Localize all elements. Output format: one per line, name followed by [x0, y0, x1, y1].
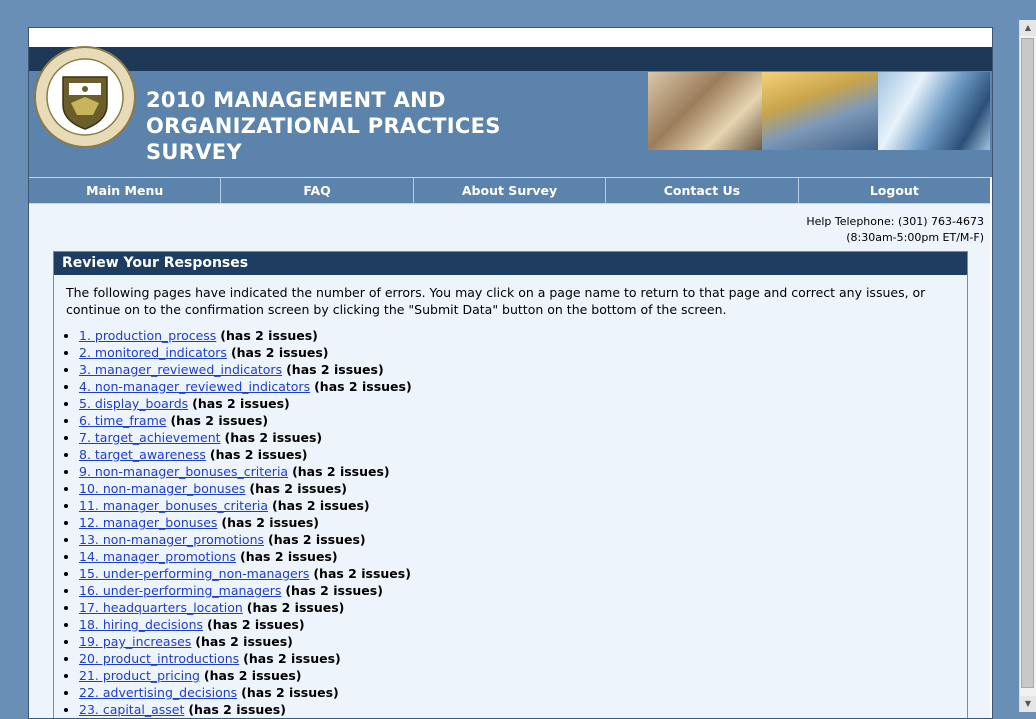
issue-list-item: 2. monitored_indicators (has 2 issues) [79, 344, 967, 361]
technician-photo [878, 72, 990, 150]
issue-list-item: 21. product_pricing (has 2 issues) [79, 667, 967, 684]
issue-list-item: 12. manager_bonuses (has 2 issues) [79, 514, 967, 531]
page-link[interactable]: 14. manager_promotions [79, 549, 236, 564]
issue-list-item: 8. target_awareness (has 2 issues) [79, 446, 967, 463]
page-link[interactable]: 18. hiring_decisions [79, 617, 203, 632]
header-banner: 2010 MANAGEMENT AND ORGANIZATIONAL PRACT… [29, 46, 992, 177]
issue-count: (has 2 issues) [249, 481, 348, 496]
main-nav: Main Menu FAQ About Survey Contact Us Lo… [29, 177, 990, 204]
page-link[interactable]: 7. target_achievement [79, 430, 221, 445]
issue-count: (has 2 issues) [224, 430, 323, 445]
page-link[interactable]: 3. manager_reviewed_indicators [79, 362, 282, 377]
issue-count: (has 2 issues) [170, 413, 269, 428]
issue-count: (has 2 issues) [221, 515, 320, 530]
issue-list-item: 10. non-manager_bonuses (has 2 issues) [79, 480, 967, 497]
page-link[interactable]: 20. product_introductions [79, 651, 239, 666]
page-link[interactable]: 2. monitored_indicators [79, 345, 227, 360]
review-panel-title: Review Your Responses [54, 252, 967, 275]
issue-count: (has 2 issues) [268, 532, 366, 547]
nav-about-survey[interactable]: About Survey [414, 178, 607, 203]
issue-list-item: 23. capital_asset (has 2 issues) [79, 701, 967, 718]
issue-count: (has 2 issues) [292, 464, 390, 479]
issue-count: (has 2 issues) [203, 668, 302, 683]
issue-count: (has 2 issues) [230, 345, 329, 360]
nav-logout[interactable]: Logout [799, 178, 990, 203]
issue-count: (has 2 issues) [240, 549, 338, 564]
nav-main-menu[interactable]: Main Menu [29, 178, 222, 203]
issue-count: (has 2 issues) [272, 498, 370, 513]
top-dark-band [29, 47, 992, 71]
scroll-down-arrow[interactable]: ▼ [1020, 696, 1036, 712]
page-link[interactable]: 1. production_process [79, 328, 216, 343]
page-link[interactable]: 17. headquarters_location [79, 600, 243, 615]
nav-contact-us[interactable]: Contact Us [606, 178, 799, 203]
scrollbar-thumb[interactable] [1021, 38, 1034, 688]
issue-count: (has 2 issues) [209, 447, 308, 462]
page-link[interactable]: 21. product_pricing [79, 668, 200, 683]
header-photo-strip [648, 72, 990, 150]
page-link[interactable]: 4. non-manager_reviewed_indicators [79, 379, 310, 394]
issue-count: (has 2 issues) [188, 702, 286, 717]
issue-list: 1. production_process (has 2 issues)2. m… [54, 327, 967, 718]
issue-count: (has 2 issues) [313, 566, 411, 581]
issue-list-item: 5. display_boards (has 2 issues) [79, 395, 967, 412]
page-link[interactable]: 22. advertising_decisions [79, 685, 237, 700]
page-link[interactable]: 6. time_frame [79, 413, 166, 428]
help-telephone: Help Telephone: (301) 763-4673 [806, 215, 984, 228]
survey-page: 2010 MANAGEMENT AND ORGANIZATIONAL PRACT… [28, 27, 993, 719]
issue-list-item: 13. non-manager_promotions (has 2 issues… [79, 531, 967, 548]
issue-list-item: 4. non-manager_reviewed_indicators (has … [79, 378, 967, 395]
issue-count: (has 2 issues) [246, 600, 345, 615]
page-link[interactable]: 8. target_awareness [79, 447, 206, 462]
issue-count: (has 2 issues) [192, 396, 290, 411]
issue-list-item: 20. product_introductions (has 2 issues) [79, 650, 967, 667]
issue-count: (has 2 issues) [285, 583, 383, 598]
issue-list-item: 6. time_frame (has 2 issues) [79, 412, 967, 429]
page-link[interactable]: 13. non-manager_promotions [79, 532, 264, 547]
issue-list-item: 9. non-manager_bonuses_criteria (has 2 i… [79, 463, 967, 480]
page-link[interactable]: 5. display_boards [79, 396, 188, 411]
vertical-scrollbar[interactable]: ▲ ▼ [1019, 20, 1036, 712]
issue-count: (has 2 issues) [314, 379, 412, 394]
page-link[interactable]: 16. under-performing_managers [79, 583, 281, 598]
issue-list-item: 11. manager_bonuses_criteria (has 2 issu… [79, 497, 967, 514]
page-link[interactable]: 10. non-manager_bonuses [79, 481, 245, 496]
issue-list-item: 18. hiring_decisions (has 2 issues) [79, 616, 967, 633]
help-info: Help Telephone: (301) 763-4673 (8:30am-5… [806, 214, 984, 246]
review-intro-text: The following pages have indicated the n… [66, 285, 926, 317]
page-link[interactable]: 11. manager_bonuses_criteria [79, 498, 268, 513]
main-content: Help Telephone: (301) 763-4673 (8:30am-5… [29, 204, 990, 718]
help-hours: (8:30am-5:00pm ET/M-F) [846, 231, 984, 244]
census-seal-logo [34, 46, 136, 148]
issue-count: (has 2 issues) [241, 685, 339, 700]
issue-list-item: 22. advertising_decisions (has 2 issues) [79, 684, 967, 701]
page-link[interactable]: 15. under-performing_non-managers [79, 566, 309, 581]
page-link[interactable]: 12. manager_bonuses [79, 515, 217, 530]
workers-photo [762, 72, 878, 150]
issue-list-item: 7. target_achievement (has 2 issues) [79, 429, 967, 446]
nav-faq[interactable]: FAQ [221, 178, 414, 203]
page-link[interactable]: 23. capital_asset [79, 702, 184, 717]
issue-list-item: 17. headquarters_location (has 2 issues) [79, 599, 967, 616]
issue-list-item: 16. under-performing_managers (has 2 iss… [79, 582, 967, 599]
top-white-band [29, 28, 992, 47]
page-link[interactable]: 19. pay_increases [79, 634, 191, 649]
issue-count: (has 2 issues) [207, 617, 305, 632]
issue-list-item: 19. pay_increases (has 2 issues) [79, 633, 967, 650]
issue-list-item: 15. under-performing_non-managers (has 2… [79, 565, 967, 582]
issue-list-item: 14. manager_promotions (has 2 issues) [79, 548, 967, 565]
issue-count: (has 2 issues) [243, 651, 341, 666]
page-link[interactable]: 9. non-manager_bonuses_criteria [79, 464, 288, 479]
review-panel: Review Your Responses The following page… [53, 251, 968, 718]
issue-count: (has 2 issues) [220, 328, 318, 343]
issue-list-item: 3. manager_reviewed_indicators (has 2 is… [79, 361, 967, 378]
scroll-up-arrow[interactable]: ▲ [1020, 20, 1036, 36]
issue-count: (has 2 issues) [286, 362, 384, 377]
survey-title: 2010 MANAGEMENT AND ORGANIZATIONAL PRACT… [146, 88, 501, 164]
issue-count: (has 2 issues) [195, 634, 293, 649]
issue-list-item: 1. production_process (has 2 issues) [79, 327, 967, 344]
industrial-photo [648, 72, 762, 150]
